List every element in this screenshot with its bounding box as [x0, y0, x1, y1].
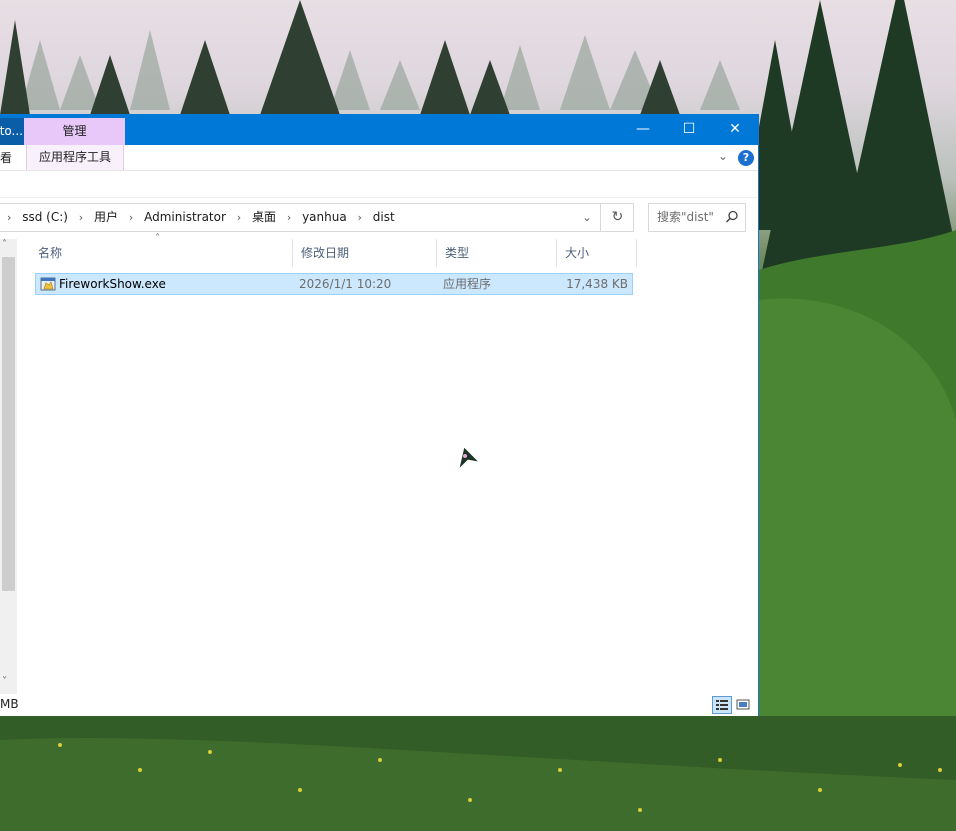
chevron-right-icon[interactable]: › [358, 204, 362, 231]
executable-file-icon [40, 277, 56, 291]
column-type[interactable]: 类型 [437, 239, 557, 267]
scroll-down-icon[interactable]: ˅ [2, 676, 7, 687]
breadcrumb: › ssd (C:) › 用户 › Administrator › 桌面 › y… [0, 204, 395, 231]
file-size: 17,438 KB [566, 277, 628, 291]
mouse-cursor-icon [458, 446, 481, 471]
status-bar: MB [0, 694, 758, 716]
help-icon[interactable]: ? [738, 150, 754, 166]
chevron-right-icon[interactable]: › [79, 204, 83, 231]
file-name: FireworkShow.exe [59, 277, 166, 291]
breadcrumb-item-yanhua[interactable]: yanhua [302, 204, 347, 231]
breadcrumb-item-administrator[interactable]: Administrator [144, 204, 226, 231]
column-date-modified[interactable]: 修改日期 [293, 239, 437, 267]
ribbon-tabs: 看 应用程序工具 ⌄ ? [0, 145, 758, 171]
refresh-icon[interactable]: ↻ [600, 204, 634, 231]
window-title-fragment: cto... [0, 118, 24, 145]
address-bar[interactable]: › ssd (C:) › 用户 › Administrator › 桌面 › y… [0, 203, 634, 232]
scroll-up-icon[interactable]: ˄ [2, 239, 7, 250]
chevron-right-icon[interactable]: › [287, 204, 291, 231]
file-row-selected[interactable]: FireworkShow.exe 2026/1/1 10:20 应用程序 17,… [35, 273, 633, 295]
file-date-modified: 2026/1/1 10:20 [299, 277, 392, 291]
breadcrumb-item-users[interactable]: 用户 [94, 204, 118, 231]
search-input[interactable]: 搜索"dist" [648, 203, 746, 232]
maximize-button[interactable]: ☐ [666, 114, 712, 145]
status-text: MB [0, 697, 19, 711]
minimize-button[interactable]: — [620, 114, 666, 145]
breadcrumb-item-drive[interactable]: ssd (C:) [22, 204, 68, 231]
chevron-right-icon[interactable]: › [7, 204, 11, 231]
navigation-pane-scrollbar[interactable]: ˄ ˅ [0, 239, 17, 694]
close-button[interactable]: ✕ [712, 114, 758, 145]
column-name[interactable]: 名称 [30, 239, 293, 267]
tab-manage[interactable]: 管理 [24, 118, 125, 145]
navigation-toolbar [0, 171, 758, 198]
chevron-down-icon[interactable]: ⌄ [718, 149, 728, 163]
column-header: ˄ 名称 修改日期 类型 大小 [30, 233, 640, 269]
chevron-right-icon[interactable]: › [129, 204, 133, 231]
breadcrumb-item-desktop[interactable]: 桌面 [252, 204, 276, 231]
file-explorer-window: cto... 管理 — ☐ ✕ 看 应用程序工具 ⌄ ? › ssd (C:) … [0, 114, 759, 716]
tab-view[interactable]: 看 [0, 149, 12, 166]
large-icons-view-icon[interactable] [734, 696, 754, 714]
address-history-dropdown-icon[interactable]: ⌄ [574, 204, 600, 231]
column-size[interactable]: 大小 [557, 239, 637, 267]
search-placeholder: 搜索"dist" [657, 210, 714, 224]
breadcrumb-item-dist[interactable]: dist [373, 204, 395, 231]
chevron-right-icon[interactable]: › [237, 204, 241, 231]
tab-app-tools[interactable]: 应用程序工具 [26, 145, 124, 170]
file-type: 应用程序 [443, 277, 492, 291]
title-bar[interactable]: cto... 管理 — ☐ ✕ [0, 114, 758, 145]
scrollbar-thumb[interactable] [2, 257, 15, 591]
search-icon[interactable] [725, 210, 739, 224]
details-view-icon[interactable] [712, 696, 732, 714]
